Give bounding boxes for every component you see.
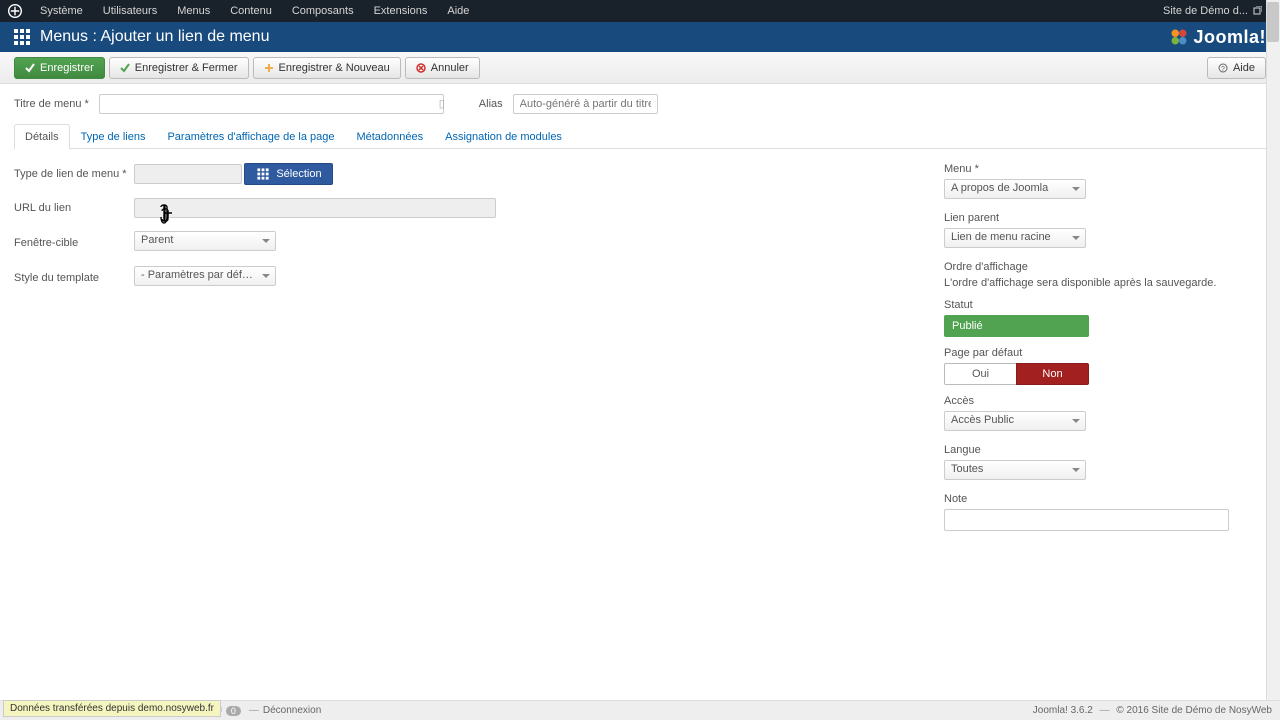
default-page-toggle[interactable]: Oui Non	[944, 363, 1089, 385]
menu-title-input[interactable]	[99, 94, 444, 114]
note-label: Note	[944, 493, 1234, 505]
menu-item-type-label: Type de lien de menu *	[14, 168, 134, 180]
tab-details[interactable]: Détails	[14, 124, 70, 149]
menu-aide[interactable]: Aide	[437, 0, 479, 22]
save-button[interactable]: Enregistrer	[14, 57, 105, 79]
joomla-version: Joomla! 3.6.2	[1033, 705, 1093, 716]
tab-bar: Détails Type de liens Paramètres d'affic…	[14, 124, 1266, 149]
window-scrollbar[interactable]	[1266, 0, 1280, 720]
target-window-label: Fenêtre-cible	[14, 237, 134, 249]
save-new-button[interactable]: Enregistrer & Nouveau	[253, 57, 401, 79]
parent-item-label: Lien parent	[944, 212, 1234, 224]
language-select[interactable]: Toutes	[944, 460, 1086, 480]
tab-metadata[interactable]: Métadonnées	[345, 124, 434, 149]
question-icon: ?	[1218, 63, 1228, 73]
template-style-select[interactable]: - Paramètres par défaut -	[134, 266, 276, 286]
note-input[interactable]	[944, 509, 1229, 531]
menu-item-type-field	[134, 164, 242, 184]
ordering-label: Ordre d'affichage	[944, 261, 1234, 273]
link-url-label: URL du lien	[14, 202, 134, 214]
menu-utilisateurs[interactable]: Utilisateurs	[93, 0, 167, 22]
menu-label: Menu *	[944, 163, 1234, 175]
alias-input[interactable]	[513, 94, 658, 114]
list-icon	[14, 29, 30, 45]
admin-menubar: Système Utilisateurs Menus Contenu Compo…	[0, 0, 1280, 22]
menu-composants[interactable]: Composants	[282, 0, 364, 22]
copyright: © 2016 Site de Démo de NosyWeb	[1116, 705, 1272, 716]
default-page-label: Page par défaut	[944, 347, 1234, 359]
page-header: Menus : Ajouter un lien de menu Joomla!	[0, 22, 1280, 52]
default-no[interactable]: Non	[1016, 363, 1089, 385]
tab-linktype[interactable]: Type de liens	[70, 124, 157, 149]
external-link-icon	[1252, 6, 1262, 16]
parent-item-select[interactable]: Lien de menu racine	[944, 228, 1086, 248]
target-window-select[interactable]: Parent	[134, 231, 276, 251]
joomla-logo: Joomla!	[1169, 25, 1266, 49]
ordering-help-text: L'ordre d'affichage sera disponible aprè…	[944, 277, 1234, 289]
alias-label: Alias	[479, 98, 503, 110]
form-side-column: Menu * A propos de Joomla Lien parent Li…	[944, 163, 1234, 541]
joomla-icon	[8, 4, 22, 18]
cancel-button[interactable]: Annuler	[405, 57, 480, 79]
title-row: Titre de menu * ▯ Alias	[0, 84, 1280, 118]
status-value[interactable]: Publié	[944, 315, 1089, 337]
logout-link[interactable]: Déconnexion	[263, 705, 321, 716]
menu-extensions[interactable]: Extensions	[364, 0, 438, 22]
svg-text:?: ?	[1221, 66, 1225, 73]
access-select[interactable]: Accès Public	[944, 411, 1086, 431]
messages-badge: 0	[226, 706, 241, 716]
page-title: Menus : Ajouter un lien de menu	[40, 28, 1169, 46]
menu-title-label: Titre de menu *	[14, 98, 89, 110]
plus-icon	[264, 63, 274, 73]
menu-contenu[interactable]: Contenu	[220, 0, 282, 22]
language-label: Langue	[944, 444, 1234, 456]
menu-systeme[interactable]: Système	[30, 0, 93, 22]
tab-page-display[interactable]: Paramètres d'affichage de la page	[156, 124, 345, 149]
action-toolbar: Enregistrer Enregistrer & Fermer Enregis…	[0, 52, 1280, 84]
help-button[interactable]: ? Aide	[1207, 57, 1266, 79]
tab-module-assignment[interactable]: Assignation de modules	[434, 124, 573, 149]
template-style-label: Style du template	[14, 272, 134, 284]
site-name-link[interactable]: Site de Démo d...	[1153, 0, 1272, 22]
default-yes[interactable]: Oui	[944, 363, 1017, 385]
status-label: Statut	[944, 299, 1234, 311]
input-dropdown-icon[interactable]: ▯	[439, 97, 445, 110]
cancel-icon	[416, 63, 426, 73]
select-type-button[interactable]: Sélection	[244, 163, 332, 185]
menu-select[interactable]: A propos de Joomla	[944, 179, 1086, 199]
list-icon	[258, 168, 269, 179]
save-close-button[interactable]: Enregistrer & Fermer	[109, 57, 249, 79]
check-icon	[120, 63, 130, 73]
menu-menus[interactable]: Menus	[167, 0, 220, 22]
form-main-column: Type de lien de menu * Sélection URL du …	[14, 163, 914, 541]
apply-icon	[25, 63, 35, 73]
loading-tooltip: Données transférées depuis demo.nosyweb.…	[3, 700, 221, 717]
access-label: Accès	[944, 395, 1234, 407]
link-url-field	[134, 198, 496, 218]
